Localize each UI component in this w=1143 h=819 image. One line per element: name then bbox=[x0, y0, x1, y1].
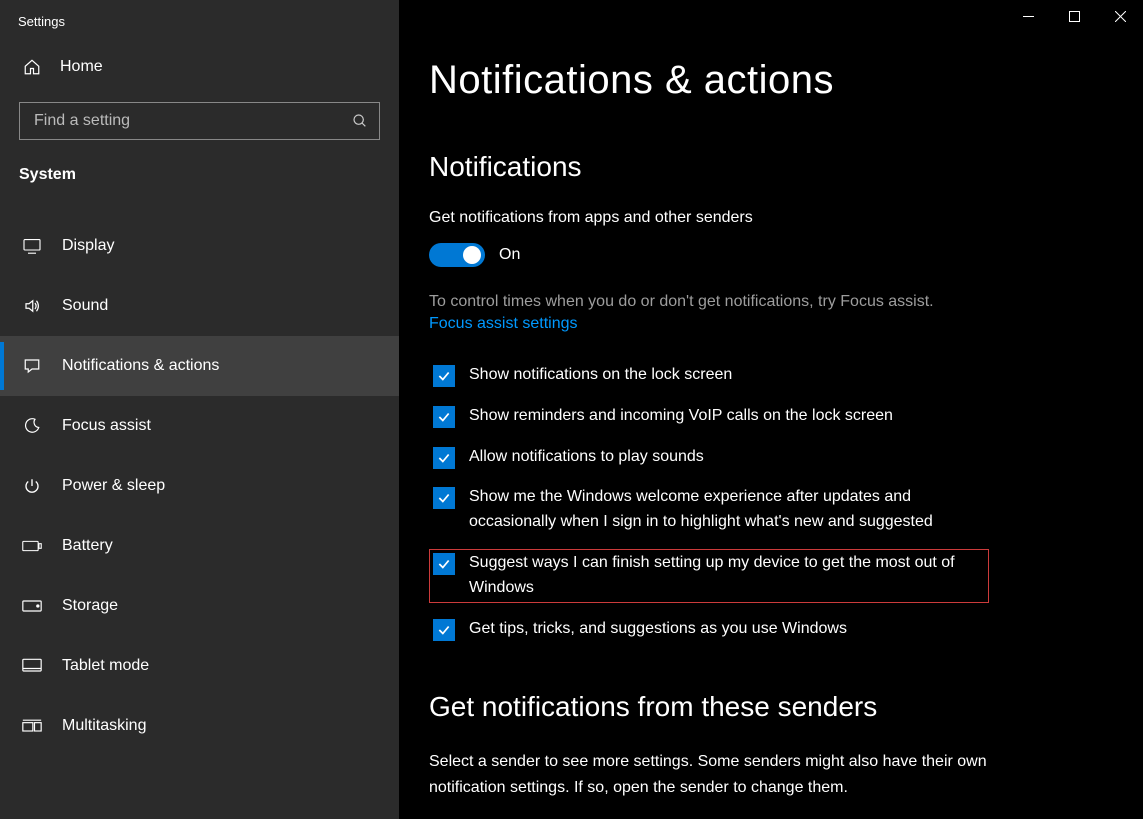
window-title: Settings bbox=[0, 0, 399, 44]
tablet-icon bbox=[22, 658, 42, 674]
check-label: Show reminders and incoming VoIP calls o… bbox=[469, 404, 893, 429]
close-button[interactable] bbox=[1097, 0, 1143, 32]
sidebar-item-label: Display bbox=[62, 237, 114, 255]
multitasking-icon bbox=[22, 718, 42, 734]
home-icon bbox=[22, 58, 42, 76]
checkbox[interactable] bbox=[433, 487, 455, 509]
check-label: Show notifications on the lock screen bbox=[469, 363, 732, 388]
battery-icon bbox=[22, 539, 42, 553]
sidebar-item-tablet-mode[interactable]: Tablet mode bbox=[0, 636, 399, 696]
sidebar-item-battery[interactable]: Battery bbox=[0, 516, 399, 576]
sidebar-item-label: Power & sleep bbox=[62, 477, 165, 495]
nav-home-label: Home bbox=[60, 58, 103, 76]
sidebar-item-focus-assist[interactable]: Focus assist bbox=[0, 396, 399, 456]
sidebar-item-label: Multitasking bbox=[62, 717, 146, 735]
checkbox[interactable] bbox=[433, 365, 455, 387]
page-title: Notifications & actions bbox=[429, 58, 1103, 103]
sidebar-item-power-sleep[interactable]: Power & sleep bbox=[0, 456, 399, 516]
search-icon bbox=[352, 113, 368, 129]
toggle-state: On bbox=[499, 246, 520, 264]
sidebar-item-label: Tablet mode bbox=[62, 657, 149, 675]
sidebar-item-notifications[interactable]: Notifications & actions bbox=[0, 336, 399, 396]
sidebar-item-label: Storage bbox=[62, 597, 118, 615]
minimize-button[interactable] bbox=[1005, 0, 1051, 32]
notification-checklist: Show notifications on the lock screen Sh… bbox=[429, 361, 1103, 643]
search-input[interactable] bbox=[19, 102, 380, 140]
checkbox[interactable] bbox=[433, 619, 455, 641]
checkbox[interactable] bbox=[433, 553, 455, 575]
focus-assist-icon bbox=[22, 417, 42, 435]
check-item-lockscreen-notifications: Show notifications on the lock screen bbox=[429, 361, 989, 390]
power-icon bbox=[22, 477, 42, 495]
check-label: Allow notifications to play sounds bbox=[469, 445, 704, 470]
check-label: Show me the Windows welcome experience a… bbox=[469, 485, 985, 535]
check-item-finish-setup: Suggest ways I can finish setting up my … bbox=[429, 549, 989, 603]
senders-desc: Select a sender to see more settings. So… bbox=[429, 749, 989, 800]
notifications-icon bbox=[22, 357, 42, 375]
toggle-row: On bbox=[429, 243, 1103, 267]
sidebar-item-display[interactable]: Display bbox=[0, 216, 399, 276]
sidebar-item-label: Battery bbox=[62, 537, 113, 555]
sidebar-item-storage[interactable]: Storage bbox=[0, 576, 399, 636]
sidebar-item-label: Focus assist bbox=[62, 417, 151, 435]
check-item-play-sounds: Allow notifications to play sounds bbox=[429, 443, 989, 472]
section-notifications-title: Notifications bbox=[429, 151, 1103, 183]
sidebar-item-label: Sound bbox=[62, 297, 108, 315]
toggle-knob bbox=[463, 246, 481, 264]
storage-icon bbox=[22, 599, 42, 613]
checkbox[interactable] bbox=[433, 447, 455, 469]
category-label: System bbox=[0, 158, 399, 198]
notifications-toggle[interactable] bbox=[429, 243, 485, 267]
focus-assist-link[interactable]: Focus assist settings bbox=[429, 315, 1103, 333]
nav-home[interactable]: Home bbox=[0, 44, 399, 90]
sidebar: Settings Home System Display Sound bbox=[0, 0, 399, 819]
display-icon bbox=[22, 238, 42, 254]
helper-text: To control times when you do or don't ge… bbox=[429, 293, 1069, 311]
sidebar-item-multitasking[interactable]: Multitasking bbox=[0, 696, 399, 756]
toggle-label: Get notifications from apps and other se… bbox=[429, 209, 1103, 227]
sound-icon bbox=[22, 297, 42, 315]
check-item-welcome-experience: Show me the Windows welcome experience a… bbox=[429, 483, 989, 537]
main-pane: Notifications & actions Notifications Ge… bbox=[399, 0, 1143, 819]
search-wrap bbox=[19, 102, 380, 140]
window-controls bbox=[1005, 0, 1143, 32]
maximize-button[interactable] bbox=[1051, 0, 1097, 32]
sidebar-item-sound[interactable]: Sound bbox=[0, 276, 399, 336]
check-item-tips-tricks: Get tips, tricks, and suggestions as you… bbox=[429, 615, 989, 644]
sidebar-item-label: Notifications & actions bbox=[62, 357, 219, 375]
check-item-lockscreen-reminders: Show reminders and incoming VoIP calls o… bbox=[429, 402, 989, 431]
check-label: Get tips, tricks, and suggestions as you… bbox=[469, 617, 847, 642]
checkbox[interactable] bbox=[433, 406, 455, 428]
section-senders-title: Get notifications from these senders bbox=[429, 691, 1103, 723]
check-label: Suggest ways I can finish setting up my … bbox=[469, 551, 985, 601]
nav-list: Display Sound Notifications & actions Fo… bbox=[0, 216, 399, 756]
